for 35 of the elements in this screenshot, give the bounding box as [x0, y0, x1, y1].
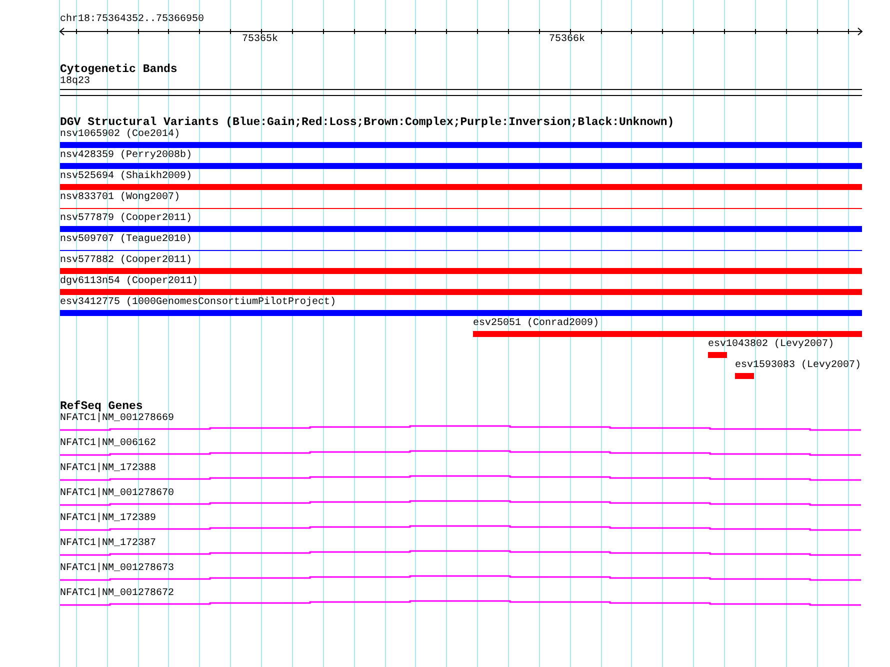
track-title: RefSeq Genes — [60, 401, 143, 413]
gene-label: NFATC1|NM_001278670 — [60, 488, 174, 500]
gene-model-line[interactable] — [60, 550, 861, 556]
variant-label: dgv6113n54 (Cooper2011) — [60, 276, 198, 288]
gene-label: NFATC1|NM_172388 — [60, 463, 156, 475]
variant-label: nsv577879 (Cooper2011) — [60, 213, 192, 225]
gene-label: NFATC1|NM_172387 — [60, 538, 156, 550]
variant-label: nsv509707 (Teague2010) — [60, 234, 192, 246]
gene-label: NFATC1|NM_001278673 — [60, 563, 174, 575]
variant-label: esv3412775 (1000GenomesConsortiumPilotProject) — [60, 297, 336, 309]
gene-model-line[interactable] — [60, 450, 861, 456]
gene-label: NFATC1|NM_172389 — [60, 513, 156, 525]
gene-model-line[interactable] — [60, 600, 861, 606]
gene-model-line[interactable] — [60, 500, 861, 506]
variant-label: nsv428359 (Perry2008b) — [60, 150, 192, 162]
variant-label: nsv1065902 (Coe2014) — [60, 129, 180, 141]
variant-label: esv1593083 (Levy2007) — [735, 360, 862, 372]
variant-label: nsv833701 (Wong2007) — [60, 192, 180, 204]
gene-label: NFATC1|NM_001278672 — [60, 588, 174, 600]
location-label: chr18:75364352..75366950 — [60, 14, 206, 26]
variant-label: esv25051 (Conrad2009) — [473, 318, 600, 330]
variant-label: nsv577882 (Cooper2011) — [60, 255, 192, 267]
gene-model-line[interactable] — [60, 425, 861, 431]
gene-model-line[interactable] — [60, 475, 861, 481]
tick-label: 75365k — [242, 34, 278, 42]
gene-model-line[interactable] — [60, 575, 861, 581]
track-title: DGV Structural Variants (Blue:Gain;Red:Loss;Brown:Complex;Purple:Inversion;Black:Unknown) — [60, 117, 674, 129]
gene-label: NFATC1|NM_006162 — [60, 438, 156, 450]
tick-label: 75366k — [549, 34, 585, 42]
band-label: 18q23 — [60, 76, 90, 88]
gene-model-line[interactable] — [60, 525, 861, 531]
track-title: Cytogenetic Bands — [60, 64, 178, 76]
variant-label: nsv525694 (Shaikh2009) — [60, 171, 192, 183]
variant-label: esv1043802 (Levy2007) — [708, 339, 834, 351]
gene-label: NFATC1|NM_001278669 — [60, 413, 174, 425]
